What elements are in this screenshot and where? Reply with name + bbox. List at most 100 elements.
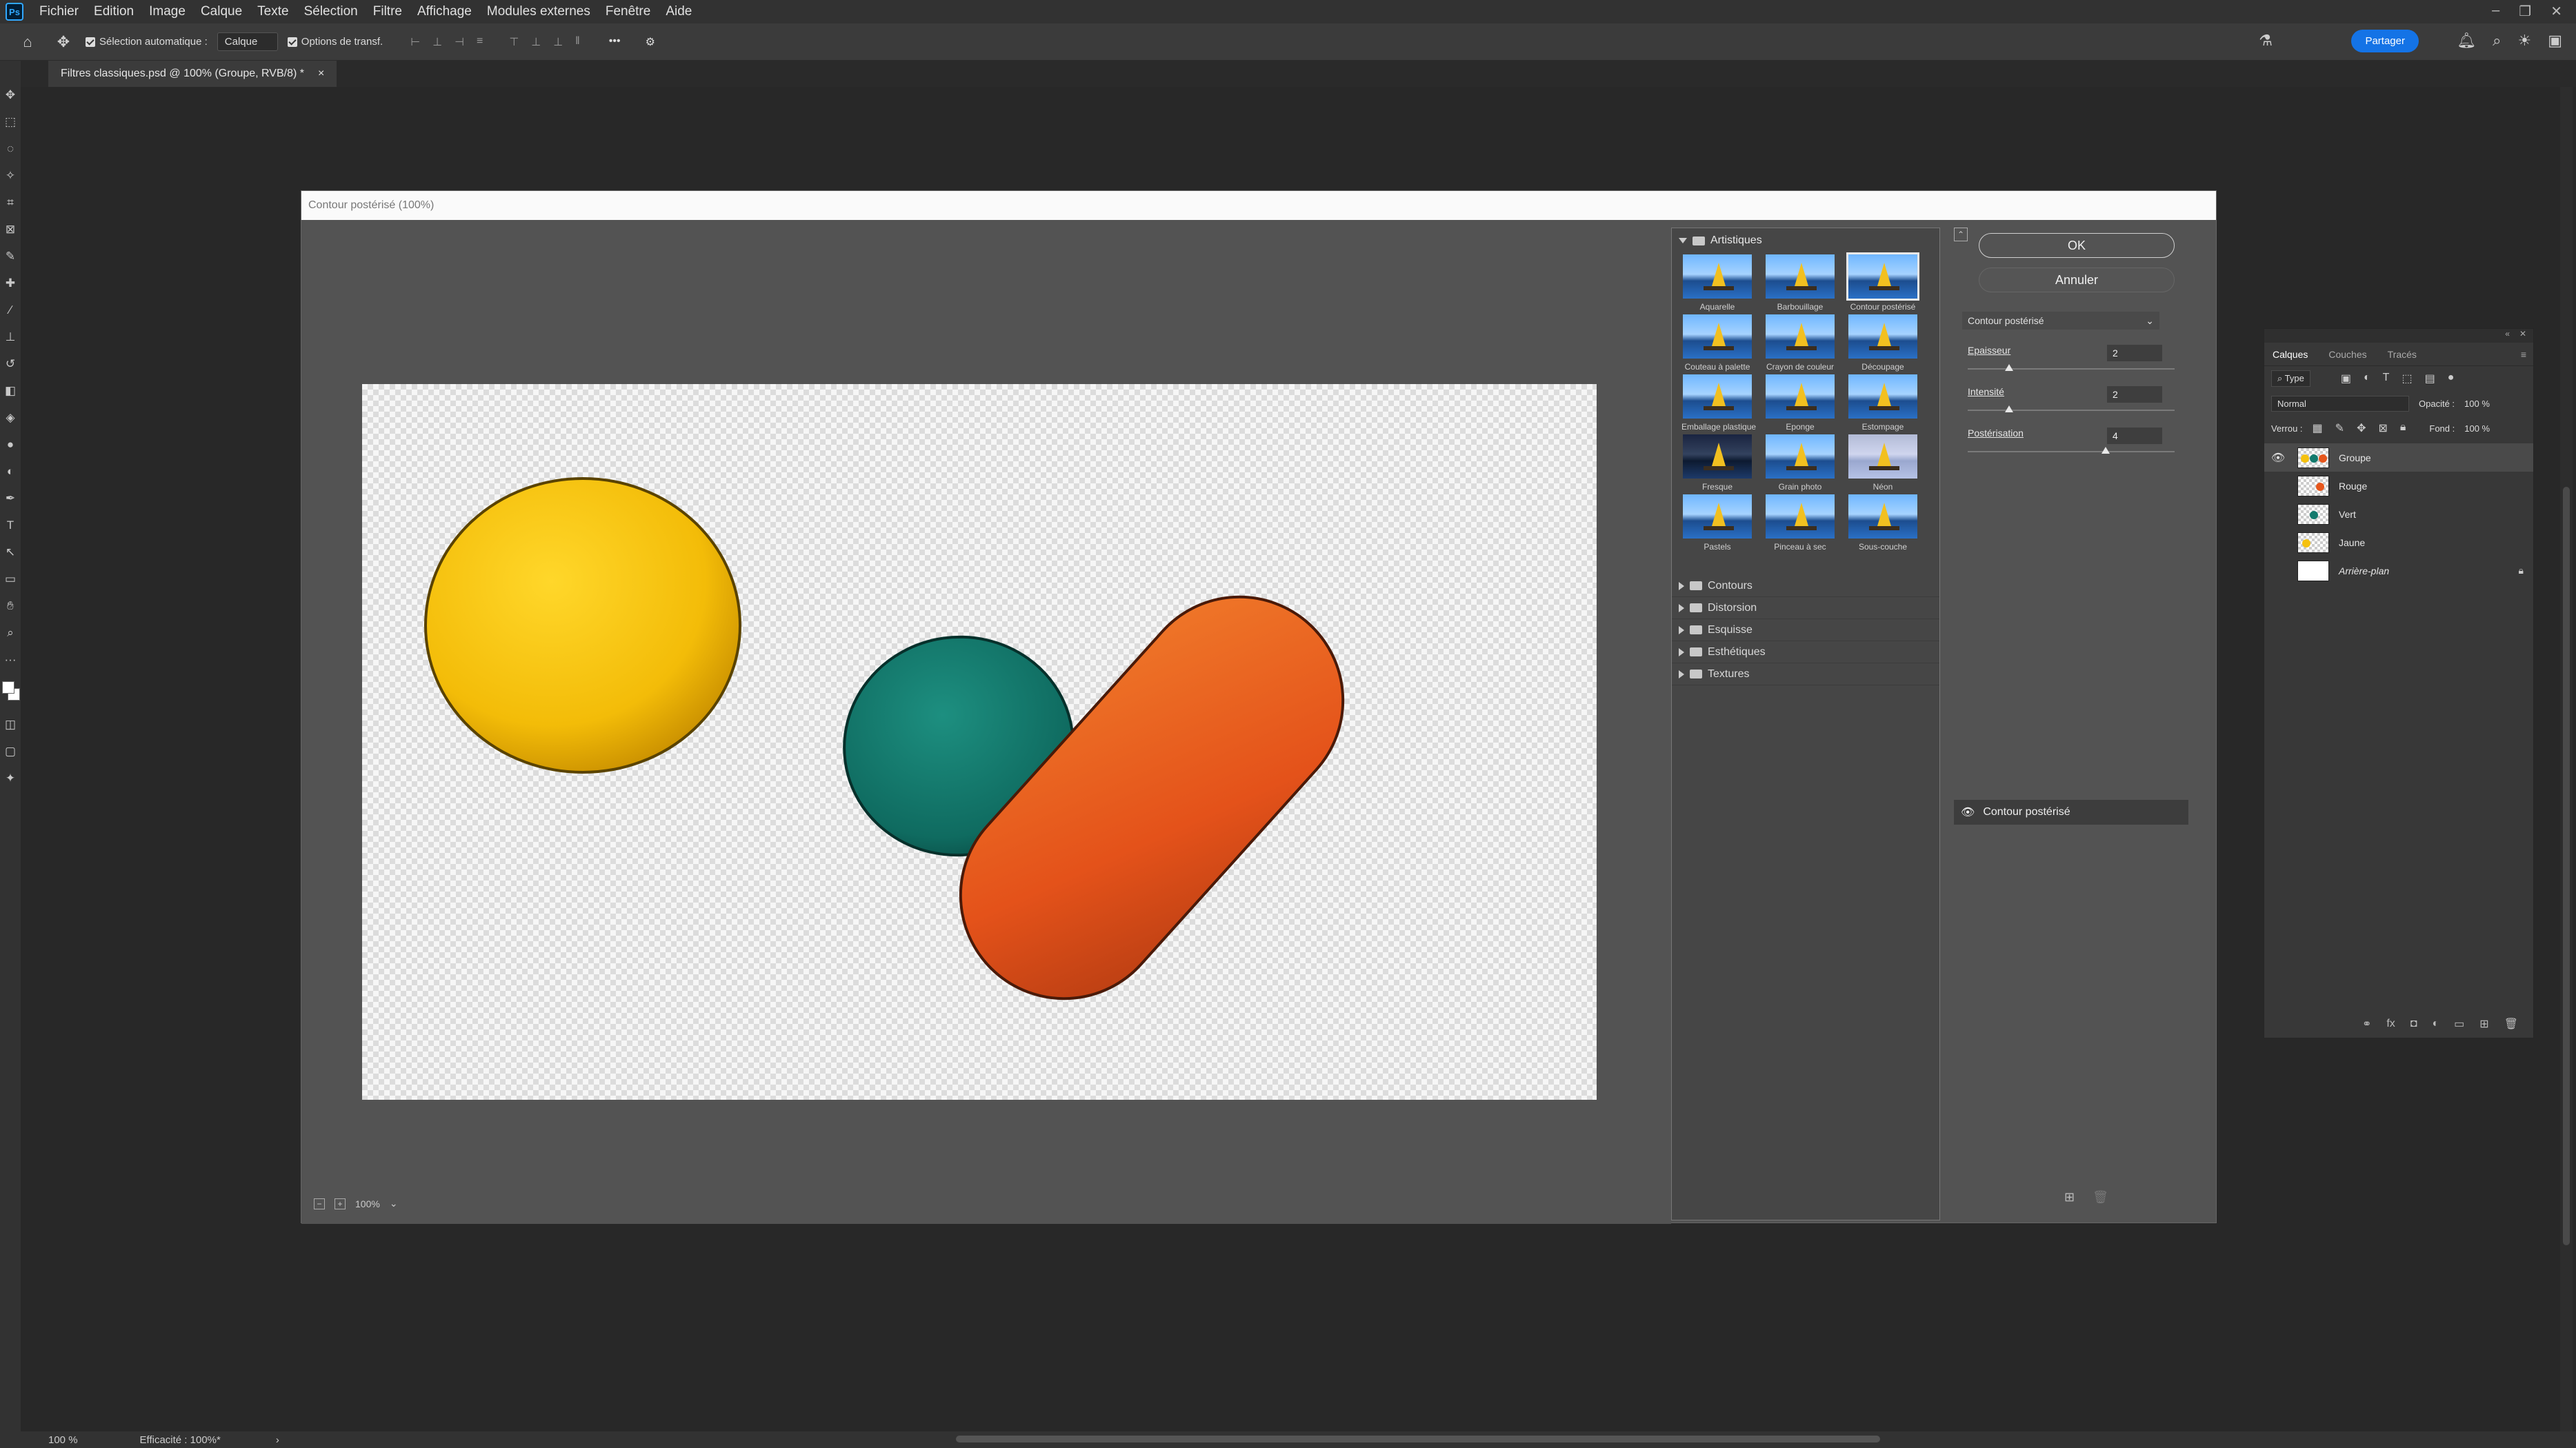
slider-track[interactable] [1968,368,2175,370]
generative-icon[interactable]: ✦ [1,772,19,785]
auto-select-option[interactable]: Sélection automatique : [86,36,208,48]
shape-filter-icon[interactable]: ⬚ [2402,372,2412,385]
beaker-icon[interactable]: ⚗ [2259,32,2273,50]
align-left-icon[interactable]: ⊢ [410,35,420,49]
rectangle-icon[interactable]: ▭ [1,572,19,586]
filter-thumbnail[interactable]: Aquarelle [1681,254,1753,312]
filter-thumbnail[interactable]: Grain photo [1764,434,1836,492]
fill-value[interactable]: 100 % [2464,423,2490,434]
slider-track[interactable] [1968,451,2175,452]
collapse-panel-icon[interactable]: « [2505,329,2510,343]
blend-mode-dropdown[interactable]: Normal [2271,395,2409,412]
marquee-icon[interactable]: ⬚ [1,115,19,129]
workspace-icon[interactable]: ▣ [2548,32,2562,50]
cancel-button[interactable]: Annuler [1979,268,2175,292]
tab-calques[interactable]: Calques [2273,349,2308,360]
align-bottom-icon[interactable]: ⊥ [553,35,563,49]
gear-icon[interactable]: ⚙ [646,35,655,49]
layer-kind-filter[interactable]: ⌕ Type [2271,370,2310,387]
opacity-value[interactable]: 100 % [2464,399,2490,409]
menu-aide[interactable]: Aide [658,4,699,19]
foreground-color-swatch[interactable] [2,681,14,694]
more-tools-icon[interactable]: ··· [1,653,19,667]
document-tab[interactable]: Filtres classiques.psd @ 100% (Groupe, R… [48,61,337,87]
category-artistiques[interactable]: Artistiques [1672,232,1939,249]
close-panel-icon[interactable]: ✕ [2519,329,2526,343]
move-tool-icon[interactable]: ✥ [51,30,76,54]
panel-menu-icon[interactable]: ≡ [2521,349,2526,360]
eye-icon[interactable]: 👁︎ [1961,805,1975,819]
menu-edition[interactable]: Edition [86,4,141,19]
close-tab-icon[interactable]: × [318,68,324,80]
filter-thumbnail[interactable]: Estompage [1847,374,1919,432]
menu-affichage[interactable]: Affichage [410,4,479,19]
new-effect-layer-icon[interactable]: ⊞ [2064,1190,2075,1205]
zoom-icon[interactable]: ⌕ [1,626,19,640]
stamp-icon[interactable]: ⊥ [1,330,19,344]
dodge-icon[interactable]: ◐ [1,465,19,479]
filter-thumbnail[interactable]: Pinceau à sec [1764,494,1836,552]
filter-select-dropdown[interactable]: Contour postérisé ⌄ [1962,312,2159,330]
trash-icon[interactable]: 🗑︎ [2504,1017,2518,1031]
screen-mode-icon[interactable]: ▢ [1,745,19,758]
filter-thumbnail[interactable]: Crayon de couleur [1764,314,1836,372]
fx-icon[interactable]: fx [2386,1018,2395,1030]
pen-icon[interactable]: ✒ [1,492,19,505]
tab-couches[interactable]: Couches [2328,349,2366,360]
healing-brush-icon[interactable]: ✚ [1,276,19,290]
effect-layer-row[interactable]: 👁︎ Contour postérisé [1954,800,2188,825]
auto-select-target-dropdown[interactable]: Calque [217,32,278,51]
adjustment-layer-icon[interactable]: ◐ [2432,1018,2439,1030]
slider-thumb[interactable] [2101,447,2110,454]
preview-canvas[interactable] [362,384,1597,1100]
distribute-icon[interactable]: ≡ [477,35,483,49]
align-right-icon[interactable]: ⊣ [455,35,464,49]
slider-track[interactable] [1968,410,2175,411]
transform-controls-checkbox[interactable] [287,37,297,47]
add-mask-icon[interactable]: ◘ [2410,1018,2417,1030]
horizontal-scrollbar[interactable] [956,1436,1880,1442]
filter-toggle-icon[interactable]: ● [2448,372,2455,385]
align-top-icon[interactable]: ⊤ [509,35,519,49]
menu-image[interactable]: Image [141,4,193,19]
crop-icon[interactable]: ⌗ [1,196,19,210]
menu-selection[interactable]: Sélection [297,4,366,19]
filter-thumbnail[interactable]: Néon [1847,434,1919,492]
blur-icon[interactable]: ● [1,438,19,452]
lock-pixels-icon[interactable]: ✎ [2335,421,2344,435]
menu-fenetre[interactable]: Fenêtre [598,4,658,19]
category-esquisse[interactable]: Esquisse [1672,619,1939,641]
layer-row-arriere-plan[interactable]: Arrière-plan 🔒︎ [2264,556,2533,585]
menu-fichier[interactable]: Fichier [32,4,86,19]
discover-icon[interactable]: ☀︎ [2517,32,2531,50]
zoom-dropdown-icon[interactable]: ⌄ [390,1198,398,1209]
status-zoom[interactable]: 100 % [48,1434,78,1446]
brush-icon[interactable]: ∕ [1,303,19,317]
category-distorsion[interactable]: Distorsion [1672,597,1939,619]
history-brush-icon[interactable]: ↺ [1,357,19,371]
filter-thumbnail[interactable]: Pastels [1681,494,1753,552]
vertical-scrollbar-thumb[interactable] [2563,487,2570,1245]
eye-icon[interactable]: 👁︎ [2264,451,2292,465]
category-esthetiques[interactable]: Esthétiques [1672,641,1939,663]
hand-icon[interactable]: ✋︎ [1,599,19,613]
layer-row-rouge[interactable]: Rouge [2264,472,2533,500]
move-icon[interactable]: ✥ [1,88,19,102]
transform-controls-option[interactable]: Options de transf. [287,36,383,48]
adjustment-filter-icon[interactable]: ◐ [2364,372,2370,385]
auto-select-checkbox[interactable] [86,37,95,47]
status-menu-icon[interactable]: › [276,1434,279,1446]
zoom-out-button[interactable]: − [314,1198,325,1209]
filter-thumbnail[interactable]: Couteau à palette [1681,314,1753,372]
path-selection-icon[interactable]: ↖ [1,545,19,559]
menu-modules-externes[interactable]: Modules externes [479,4,598,19]
type-filter-icon[interactable]: T [2383,372,2390,385]
lock-artboard-icon[interactable]: ⊠ [2378,421,2387,435]
filter-thumbnail[interactable]: Fresque [1681,434,1753,492]
zoom-in-button[interactable]: + [335,1198,346,1209]
bell-icon[interactable]: 🔔︎ [2457,32,2476,50]
share-button[interactable]: Partager [2351,30,2419,52]
filter-thumbnail[interactable]: Emballage plastique [1681,374,1756,432]
eraser-icon[interactable]: ◧ [1,384,19,398]
filter-thumbnail[interactable]: Découpage [1847,314,1919,372]
